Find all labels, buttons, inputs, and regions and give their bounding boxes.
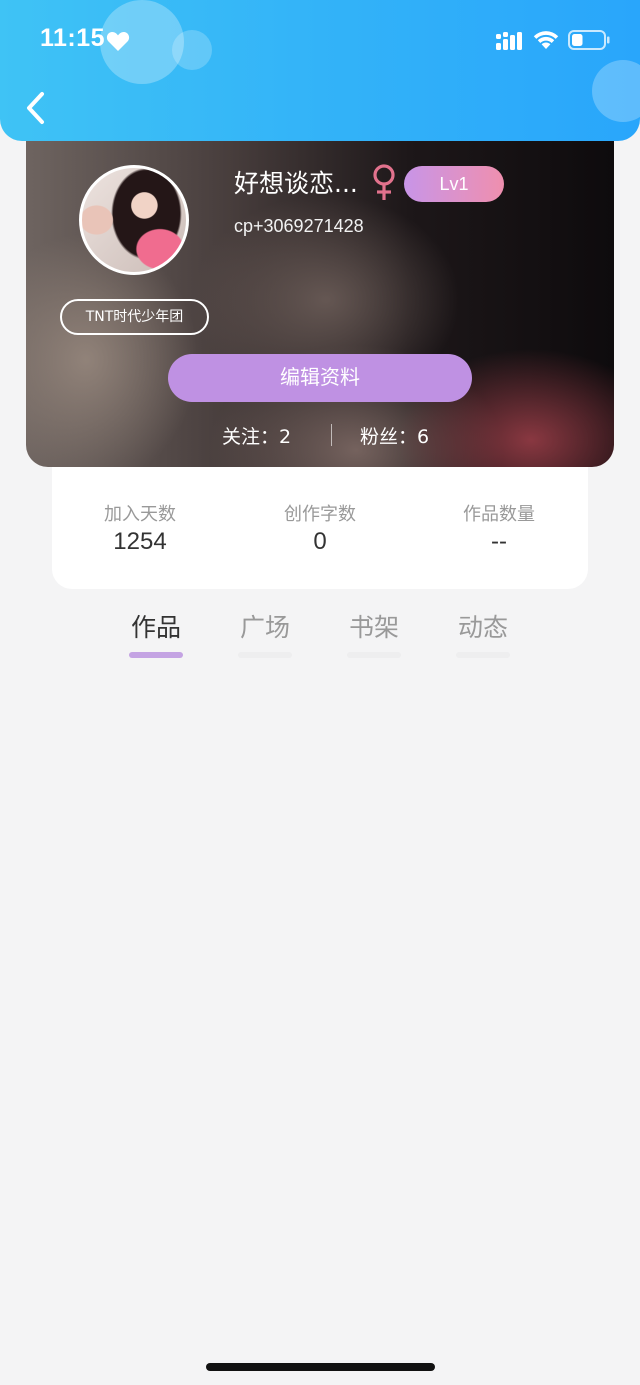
avatar[interactable] (79, 165, 189, 275)
tab-works[interactable]: 作品 (116, 608, 196, 644)
profile-card: 好想谈恋... Lv1 cp+3069271428 TNT时代少年团 编辑资料 … (26, 120, 614, 467)
tab-moments[interactable]: 动态 (443, 608, 523, 644)
following-count[interactable]: 关注：2 (222, 422, 291, 449)
wifi-icon (533, 31, 559, 49)
home-indicator[interactable] (206, 1363, 435, 1371)
divider (331, 424, 332, 446)
username: 好想谈恋... (234, 169, 358, 198)
decorative-bubble (592, 60, 640, 122)
tab-indicator-active (129, 652, 183, 658)
decorative-bubble (172, 30, 212, 70)
chevron-left-icon (27, 92, 44, 124)
stat-join-days: 加入天数 1254 (60, 500, 220, 556)
user-id: cp+3069271428 (234, 216, 364, 236)
tab-indicator (347, 652, 401, 658)
fan-group-tag[interactable]: TNT时代少年团 (60, 299, 209, 335)
tab-square[interactable]: 广场 (225, 608, 305, 644)
stat-works-count: 作品数量 -- (419, 500, 579, 556)
stat-value: 1254 (113, 528, 167, 555)
top-header: 11:15 (0, 0, 640, 141)
status-time: 11:15 (40, 24, 106, 52)
fans-count[interactable]: 粉丝：6 (360, 422, 429, 449)
heart-icon (106, 31, 130, 51)
back-button[interactable] (20, 90, 54, 126)
stat-label: 创作字数 (284, 504, 356, 525)
cellular-signal-icon (496, 32, 522, 50)
stat-word-count: 创作字数 0 (240, 500, 400, 556)
stat-label: 加入天数 (104, 504, 176, 525)
edit-profile-button[interactable]: 编辑资料 (168, 354, 472, 402)
tab-indicator (238, 652, 292, 658)
stats-panel: 加入天数 1254 创作字数 0 作品数量 -- (52, 466, 588, 589)
stat-label: 作品数量 (463, 504, 535, 525)
battery-icon (568, 30, 610, 50)
stat-value: -- (491, 528, 507, 555)
tab-bookshelf[interactable]: 书架 (334, 608, 414, 644)
female-symbol-icon (373, 164, 395, 200)
level-badge: Lv1 (404, 166, 504, 202)
stat-value: 0 (313, 528, 327, 555)
tab-indicator (456, 652, 510, 658)
